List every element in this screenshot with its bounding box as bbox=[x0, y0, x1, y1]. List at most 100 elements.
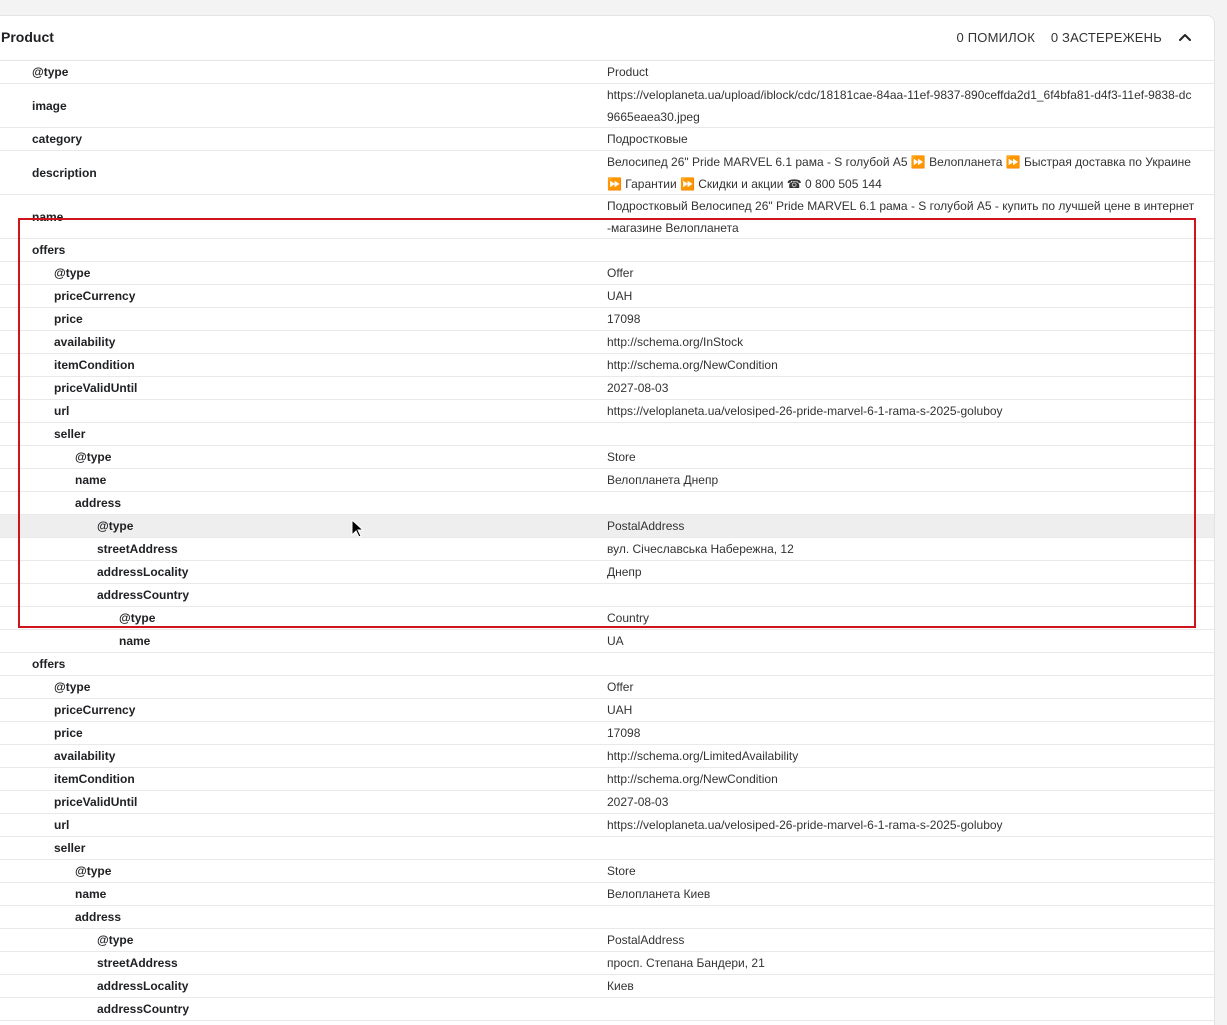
property-value: UAH bbox=[607, 703, 633, 717]
property-key: name bbox=[75, 887, 107, 901]
property-key: @type bbox=[97, 519, 134, 533]
property-row[interactable]: @typeCountry bbox=[0, 1021, 1214, 1025]
property-value: Подростковый Велосипед 26" Pride MARVEL … bbox=[607, 198, 1195, 235]
property-key: availability bbox=[54, 335, 116, 349]
property-key: price bbox=[54, 726, 83, 740]
property-row[interactable]: @type Store bbox=[0, 860, 1214, 883]
property-value: http://schema.org/InStock bbox=[607, 335, 744, 349]
property-value: https://veloplaneta.ua/upload/iblock/cdc… bbox=[607, 87, 1192, 124]
property-row[interactable]: url https://veloplaneta.ua/velosiped-26-p… bbox=[0, 400, 1214, 423]
property-key: priceCurrency bbox=[54, 703, 136, 717]
property-row[interactable]: name Велопланета Днепр bbox=[0, 469, 1214, 492]
property-row[interactable]: addressCountry bbox=[0, 998, 1214, 1021]
property-row[interactable]: category Подростковые bbox=[0, 128, 1214, 151]
property-row[interactable]: addressLocality Киев bbox=[0, 975, 1214, 998]
property-key: @type bbox=[75, 864, 112, 878]
property-row[interactable]: addressLocality Днепр bbox=[0, 561, 1214, 584]
property-key: availability bbox=[54, 749, 116, 763]
property-value: UA bbox=[607, 634, 624, 648]
property-row[interactable]: itemCondition http://schema.org/NewCondit… bbox=[0, 768, 1214, 791]
property-key: address bbox=[75, 910, 122, 924]
property-key: offers bbox=[32, 243, 66, 257]
property-row[interactable]: addressCountry bbox=[0, 584, 1214, 607]
property-row[interactable]: image https://veloplaneta.ua/upload/ibloc… bbox=[0, 84, 1214, 128]
property-row[interactable]: offers bbox=[0, 239, 1214, 262]
property-key: @type bbox=[54, 680, 91, 694]
property-value: http://schema.org/NewCondition bbox=[607, 772, 778, 786]
property-value: 17098 bbox=[607, 726, 641, 740]
errors-count: 0 ПОМИЛОК bbox=[956, 30, 1035, 45]
property-value: Store bbox=[607, 450, 636, 464]
property-row[interactable]: availability http://schema.org/LimitedAva… bbox=[0, 745, 1214, 768]
chevron-up-icon[interactable] bbox=[1178, 30, 1192, 44]
property-key: streetAddress bbox=[97, 542, 178, 556]
property-row[interactable]: @type Offer bbox=[0, 262, 1214, 285]
property-value: просп. Степана Бандери, 21 bbox=[607, 956, 765, 970]
item-type-title: Product bbox=[1, 29, 54, 45]
property-row[interactable]: @type Product bbox=[0, 61, 1214, 84]
property-row[interactable]: offers bbox=[0, 653, 1214, 676]
property-key: priceValidUntil bbox=[54, 795, 138, 809]
property-row[interactable]: address bbox=[0, 492, 1214, 515]
property-key: addressLocality bbox=[97, 565, 189, 579]
property-row[interactable]: priceCurrency UAH bbox=[0, 699, 1214, 722]
property-value: https://veloplaneta.ua/velosiped-26-prid… bbox=[607, 404, 1003, 418]
property-row[interactable]: itemCondition http://schema.org/NewCondit… bbox=[0, 354, 1214, 377]
property-row[interactable]: price 17098 bbox=[0, 308, 1214, 331]
property-row[interactable]: @type PostalAddress bbox=[0, 515, 1214, 538]
property-value: Велопланета Киев bbox=[607, 887, 711, 901]
property-row[interactable]: name Велопланета Киев bbox=[0, 883, 1214, 906]
property-key: address bbox=[75, 496, 122, 510]
property-row[interactable]: address bbox=[0, 906, 1214, 929]
property-row[interactable]: streetAddress вул. Січеславська Набережна… bbox=[0, 538, 1214, 561]
structured-data-panel: Product 0 ПОМИЛОК 0 ЗАСТЕРЕЖЕНЬ @type Pro… bbox=[0, 15, 1215, 1025]
property-key: itemCondition bbox=[54, 772, 135, 786]
property-key: @type bbox=[54, 266, 91, 280]
property-row[interactable]: seller bbox=[0, 837, 1214, 860]
property-key: priceValidUntil bbox=[54, 381, 138, 395]
property-row[interactable]: availability http://schema.org/InStock bbox=[0, 331, 1214, 354]
panel-header[interactable]: Product 0 ПОМИЛОК 0 ЗАСТЕРЕЖЕНЬ bbox=[0, 16, 1214, 61]
property-key: url bbox=[54, 404, 70, 418]
property-row[interactable]: streetAddress просп. Степана Бандери, 21 bbox=[0, 952, 1214, 975]
property-key: name bbox=[32, 209, 64, 224]
property-value: Store bbox=[607, 864, 636, 878]
property-value: http://schema.org/LimitedAvailability bbox=[607, 749, 799, 763]
property-value: Product bbox=[607, 65, 649, 79]
property-key: @type bbox=[119, 611, 156, 625]
warnings-count: 0 ЗАСТЕРЕЖЕНЬ bbox=[1050, 30, 1162, 45]
property-row[interactable]: seller bbox=[0, 423, 1214, 446]
property-value: Country bbox=[607, 1021, 1197, 1025]
property-row[interactable]: price 17098 bbox=[0, 722, 1214, 745]
property-row[interactable]: priceValidUntil 2027-08-03 bbox=[0, 377, 1214, 400]
property-value: PostalAddress bbox=[607, 519, 685, 533]
property-key: url bbox=[54, 818, 70, 832]
property-key: @type bbox=[97, 933, 134, 947]
property-key: offers bbox=[32, 657, 66, 671]
property-key: addressCountry bbox=[97, 1002, 190, 1016]
property-value: Днепр bbox=[607, 565, 642, 579]
property-row[interactable]: @typeCountry bbox=[0, 607, 1214, 630]
property-value: Велопланета Днепр bbox=[607, 473, 719, 487]
property-key: addressLocality bbox=[97, 979, 189, 993]
property-value: Велосипед 26" Pride MARVEL 6.1 рама - S … bbox=[607, 154, 1191, 191]
property-row[interactable]: @type Store bbox=[0, 446, 1214, 469]
property-key: addressCountry bbox=[97, 588, 190, 602]
property-key: priceCurrency bbox=[54, 289, 136, 303]
property-key: image bbox=[32, 98, 67, 113]
property-row[interactable]: name Подростковый Велосипед 26" Pride MAR… bbox=[0, 195, 1214, 239]
property-key: @type bbox=[75, 450, 112, 464]
property-row[interactable]: name UA bbox=[0, 630, 1214, 653]
property-key: description bbox=[32, 165, 97, 180]
property-row[interactable]: priceCurrency UAH bbox=[0, 285, 1214, 308]
property-value: https://veloplaneta.ua/velosiped-26-prid… bbox=[607, 818, 1003, 832]
property-row[interactable]: @type Offer bbox=[0, 676, 1214, 699]
validation-counts: 0 ПОМИЛОК 0 ЗАСТЕРЕЖЕНЬ bbox=[945, 30, 1163, 45]
property-row[interactable]: description Велосипед 26" Pride MARVEL 6.… bbox=[0, 151, 1214, 195]
property-row[interactable]: priceValidUntil 2027-08-03 bbox=[0, 791, 1214, 814]
property-row[interactable]: url https://veloplaneta.ua/velosiped-26-p… bbox=[0, 814, 1214, 837]
property-value: 2027-08-03 bbox=[607, 795, 669, 809]
property-key: name bbox=[119, 634, 151, 648]
property-value: http://schema.org/NewCondition bbox=[607, 358, 778, 372]
property-row[interactable]: @type PostalAddress bbox=[0, 929, 1214, 952]
